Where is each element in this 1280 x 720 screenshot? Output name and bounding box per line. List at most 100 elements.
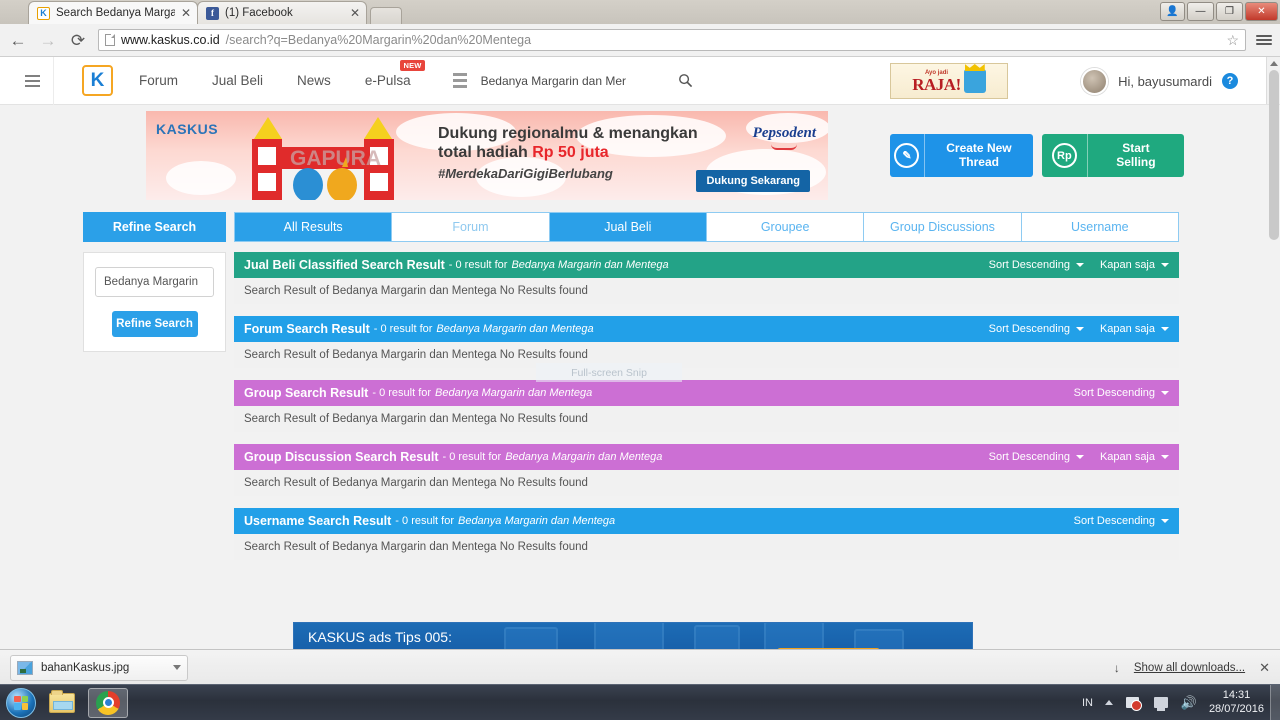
start-selling-button[interactable]: Rp Start Selling — [1042, 134, 1184, 177]
raja-promo-banner[interactable]: Ayo jadi RAJA! — [890, 63, 1008, 99]
greeting-label[interactable]: Hi, bayusumardi — [1118, 74, 1212, 89]
search-input-wrap[interactable] — [474, 65, 671, 96]
nav-item-forum[interactable]: Forum — [139, 73, 178, 88]
refine-search-button[interactable]: Refine Search — [111, 311, 198, 337]
maximize-button[interactable]: ❐ — [1216, 2, 1243, 21]
browser-tab-facebook[interactable]: f (1) Facebook ✕ — [197, 1, 367, 24]
tab-username[interactable]: Username — [1021, 213, 1178, 241]
nav-item-jual-beli[interactable]: Jual Beli — [212, 73, 263, 88]
scroll-up-icon[interactable] — [1269, 61, 1278, 66]
search-category-icon[interactable] — [444, 65, 475, 96]
tab-all-results[interactable]: All Results — [235, 213, 393, 241]
tab-close-icon[interactable]: ✕ — [181, 6, 191, 20]
windows-logo-icon — [14, 695, 28, 710]
result-body: Search Result of Bedanya Margarin dan Me… — [234, 342, 1179, 368]
new-badge: NEW — [400, 60, 425, 71]
pepsodent-logo: Pepsodent — [753, 125, 816, 150]
content-area: Refine Search Jual Beli Classified Searc… — [83, 252, 1280, 572]
show-desktop-button[interactable] — [1270, 684, 1280, 720]
tab-groupee[interactable]: Groupee — [706, 213, 865, 241]
help-icon[interactable]: ? — [1222, 73, 1238, 89]
result-title: Forum Search Result — [244, 322, 370, 336]
page-scrollbar[interactable] — [1266, 57, 1280, 240]
ad-cta-button[interactable]: Dukung Sekarang — [696, 170, 810, 192]
time-dropdown[interactable]: Kapan saja — [1100, 323, 1169, 335]
browser-tab-kaskus[interactable]: K Search Bedanya Margarin ✕ — [28, 1, 198, 24]
refine-search-tab[interactable]: Refine Search — [83, 212, 226, 242]
refine-search-input[interactable] — [95, 267, 214, 297]
leaderboard-ad[interactable]: KASKUS GAPURA Dukung regionalmu & menang… — [146, 111, 828, 200]
search-icon[interactable] — [670, 65, 701, 96]
sort-label: Sort Descending — [988, 451, 1070, 463]
result-query: Bedanya Margarin dan Mentega — [511, 259, 669, 271]
avatar[interactable] — [1081, 67, 1109, 95]
header-search — [444, 65, 701, 96]
volume-icon[interactable]: 🔊 — [1181, 695, 1197, 711]
taskbar-item-google-chrome[interactable] — [88, 687, 128, 718]
sort-dropdown[interactable]: Sort Descending — [989, 323, 1084, 335]
image-file-icon — [17, 660, 33, 675]
scrollbar-thumb[interactable] — [1268, 70, 1279, 240]
display-icon[interactable] — [1153, 695, 1169, 711]
nav-label: Jual Beli — [212, 73, 264, 88]
nav-item-epulsa[interactable]: e-Pulsa NEW — [365, 60, 425, 88]
result-query: Bedanya Margarin dan Mentega — [436, 323, 594, 335]
close-window-button[interactable]: ✕ — [1245, 2, 1278, 21]
page-info-icon — [105, 34, 115, 46]
sort-dropdown[interactable]: Sort Descending — [1074, 387, 1169, 399]
result-body: Search Result of Bedanya Margarin dan Me… — [234, 406, 1179, 432]
kaskus-logo[interactable]: K — [82, 65, 113, 96]
chrome-icon — [96, 690, 120, 715]
sort-dropdown[interactable]: Sort Descending — [989, 451, 1084, 463]
search-input[interactable] — [480, 73, 671, 88]
network-icon[interactable] — [1125, 695, 1143, 711]
chevron-down-icon — [1161, 263, 1169, 267]
result-controls: Sort Descending Kapan saja — [989, 323, 1169, 335]
result-count: - 0 result for — [442, 451, 502, 463]
result-body: Search Result of Bedanya Margarin dan Me… — [234, 534, 1179, 560]
nav-item-news[interactable]: News — [297, 73, 331, 88]
back-icon[interactable]: ← — [8, 32, 28, 49]
new-tab-button[interactable] — [370, 7, 402, 24]
time-dropdown[interactable]: Kapan saja — [1100, 259, 1169, 271]
language-indicator[interactable]: IN — [1082, 697, 1093, 709]
create-new-thread-button[interactable]: ✎ Create New Thread — [890, 134, 1033, 177]
tab-group-discussions[interactable]: Group Discussions — [864, 213, 1022, 241]
forward-icon: → — [39, 30, 57, 50]
sort-dropdown[interactable]: Sort Descending — [1074, 515, 1169, 527]
time-dropdown[interactable]: Kapan saja — [1100, 451, 1169, 463]
url-path: /search?q=Bedanya%20Margarin%20dan%20Men… — [225, 33, 532, 47]
ad-hashtag: #MerdekaDariGigiBerlubang — [438, 165, 613, 181]
browser-toolbar: ← → ⟳ www.kaskus.co.id/search?q=Bedanya%… — [0, 24, 1280, 57]
reload-icon[interactable]: ⟳ — [68, 32, 88, 49]
tab-close-icon[interactable]: ✕ — [350, 6, 360, 20]
tab-forum[interactable]: Forum — [392, 213, 550, 241]
chevron-down-icon — [1075, 327, 1084, 331]
minimize-button[interactable]: — — [1187, 2, 1214, 21]
time-label: Kapan saja — [1099, 259, 1155, 271]
kaskus-ads-tips-banner[interactable]: KASKUS ads Tips 005: Advertise with — [293, 622, 973, 649]
close-shelf-icon[interactable]: ✕ — [1259, 660, 1270, 676]
sort-dropdown[interactable]: Sort Descending — [989, 259, 1084, 271]
show-hidden-icons-icon[interactable] — [1104, 700, 1113, 705]
ad-headline-line2: total hadiah — [438, 143, 533, 161]
result-controls: Sort Descending Kapan saja — [989, 259, 1169, 271]
address-bar[interactable]: www.kaskus.co.id/search?q=Bedanya%20Marg… — [98, 29, 1246, 51]
user-profile-button[interactable]: 👤 — [1160, 2, 1185, 21]
taskbar-item-file-explorer[interactable] — [42, 688, 82, 718]
download-item[interactable]: bahanKaskus.jpg — [10, 654, 188, 681]
show-all-downloads-link[interactable]: Show all downloads... — [1134, 662, 1245, 674]
bookmark-star-icon[interactable]: ☆ — [1226, 32, 1239, 49]
chevron-down-icon — [1161, 327, 1169, 331]
clock[interactable]: 14:31 28/07/2016 — [1209, 689, 1264, 717]
sort-label: Sort Descending — [1073, 515, 1155, 527]
rupiah-icon: Rp — [1042, 134, 1088, 177]
result-count: - 0 result for — [448, 259, 508, 271]
download-menu-icon[interactable] — [173, 665, 181, 670]
tab-jual-beli[interactable]: Jual Beli — [549, 213, 707, 241]
chrome-menu-icon[interactable] — [1256, 33, 1272, 47]
raja-big-text: RAJA! — [912, 74, 961, 94]
tab-strip: K Search Bedanya Margarin ✕ f (1) Facebo… — [0, 0, 1280, 24]
sidebar-toggle-button[interactable] — [12, 57, 54, 105]
start-button[interactable] — [6, 687, 36, 718]
